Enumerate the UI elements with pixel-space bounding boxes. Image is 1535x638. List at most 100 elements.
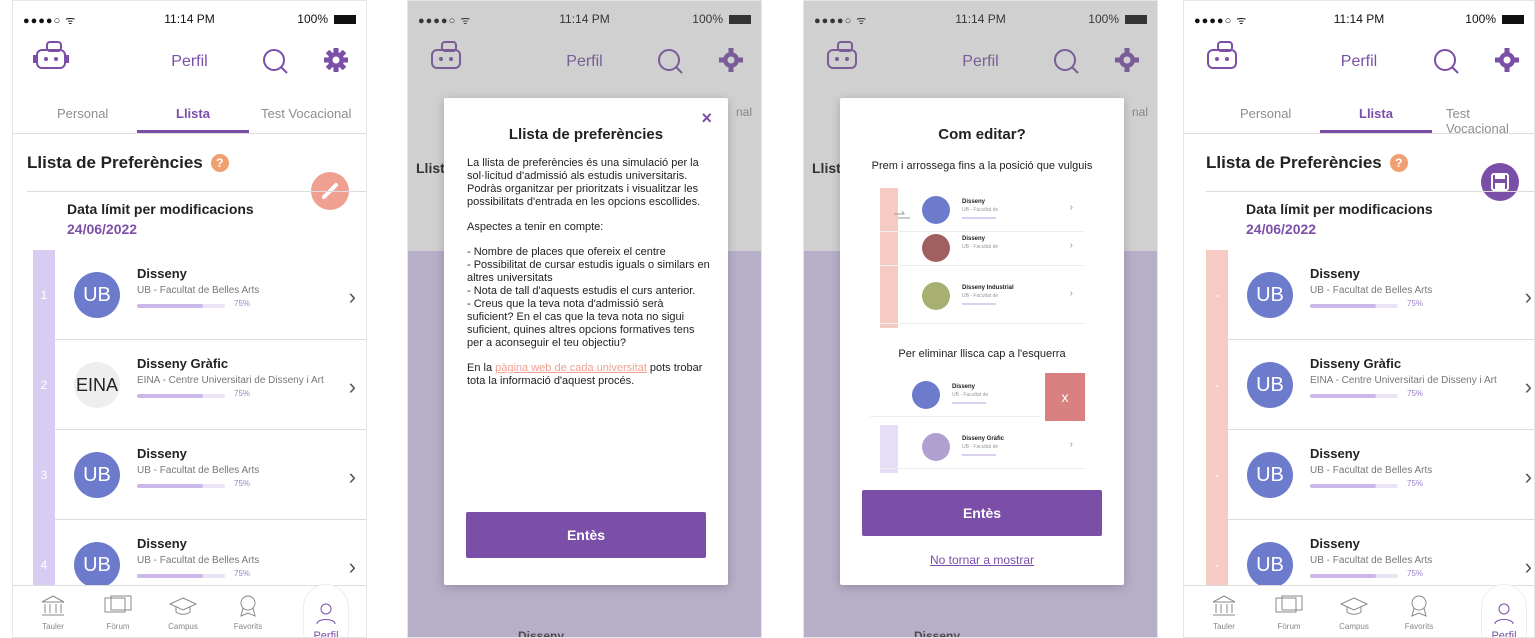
info-modal: Llista de preferències × La llista de pr… <box>444 98 728 585</box>
chevron-right-icon[interactable]: › <box>1525 464 1532 490</box>
row-subtitle: UB - Facultat de Belles Arts <box>1310 465 1433 476</box>
search-icon[interactable] <box>1432 47 1460 75</box>
tab-test-vocacional[interactable]: Test Vocacional <box>261 106 351 121</box>
illustration-row: Disseny UB - Facultat de › <box>880 232 1085 266</box>
progress-fill <box>137 484 203 488</box>
drag-handle[interactable]: - <box>1206 430 1228 520</box>
nav-label: Perfil <box>313 630 339 638</box>
understood-button[interactable]: Entès <box>862 490 1102 536</box>
gear-icon[interactable] <box>1494 47 1520 73</box>
section-title: Llista de Preferències? <box>27 153 229 173</box>
dont-show-again-link[interactable]: No tornar a mostrar <box>840 553 1124 567</box>
nav-label: Campus <box>168 622 198 631</box>
nav-label: Fòrum <box>106 622 130 631</box>
deadline-label: Data límit per modificacions <box>1246 201 1433 217</box>
drag-illustration: Disseny UB - Facultat de › Disseny UB - Fac… <box>880 188 1085 328</box>
row-title: Disseny Gràfic <box>1310 356 1402 371</box>
illustration-row: Disseny UB - Facultat de <box>870 373 1040 417</box>
nav-favorits[interactable]: Favorits <box>218 594 278 631</box>
chevron-right-icon[interactable]: › <box>1525 554 1532 580</box>
avatar: UB <box>74 542 120 588</box>
progress-fill <box>1310 304 1376 308</box>
modal-paragraph: En la pàgina web de cada universitat pot… <box>467 362 712 388</box>
section-title-text: Llista de Preferències <box>1206 153 1382 172</box>
nav-label: Tauler <box>42 622 64 631</box>
nav-forum[interactable]: Fòrum <box>1259 594 1319 631</box>
nav-campus[interactable]: Campus <box>1324 594 1384 631</box>
drag-instruction: Prem i arrossega fins a la posició que v… <box>871 160 1093 172</box>
nav-label: Favorits <box>233 622 263 631</box>
illustration-row: Disseny Gràfic UB - Facultat de › <box>880 425 1085 469</box>
status-bar: ●●●●○ ᯤ 11:14 PM 100% <box>13 1 366 35</box>
chevron-right-icon[interactable]: › <box>349 374 356 400</box>
chevron-right-icon[interactable]: › <box>349 554 356 580</box>
nav-tauler[interactable]: Tauler <box>23 594 83 631</box>
list-item[interactable]: - UB Disseny UB - Facultat de Belles Art… <box>1206 430 1534 520</box>
tab-llista[interactable]: Llista <box>1359 106 1393 121</box>
nav-perfil[interactable]: Perfil <box>296 584 356 638</box>
tab-personal[interactable]: Personal <box>57 106 108 121</box>
nav-campus[interactable]: Campus <box>153 594 213 631</box>
tab-llista[interactable]: Llista <box>176 106 210 121</box>
illustration-title: Disseny <box>962 236 986 242</box>
help-icon[interactable]: ? <box>1389 154 1408 172</box>
list-item[interactable]: 2 EINA Disseny Gràfic EINA - Centre Univ… <box>33 340 366 430</box>
chevron-right-icon[interactable]: › <box>1525 374 1532 400</box>
illustration-sub: UB - Facultat de <box>962 444 999 450</box>
page-title: Perfil <box>171 53 208 70</box>
hand-drag-icon <box>894 210 910 219</box>
row-title: Disseny <box>1310 266 1360 281</box>
chevron-right-icon[interactable]: › <box>1525 284 1532 310</box>
illustration-avatar <box>922 433 950 461</box>
list-item[interactable]: 3 UB Disseny UB - Facultat de Belles Art… <box>33 430 366 520</box>
progress-fill <box>137 394 203 398</box>
chevron-right-icon[interactable]: › <box>349 464 356 490</box>
row-subtitle: UB - Facultat de Belles Arts <box>1310 555 1433 566</box>
illustration-bar <box>962 303 996 305</box>
illustration-avatar <box>912 381 940 409</box>
tab-test-vocacional[interactable]: Test Vocacional <box>1446 106 1534 136</box>
row-subtitle: UB - Facultat de Belles Arts <box>137 465 260 476</box>
drag-handle[interactable]: - <box>1206 250 1228 340</box>
list-item[interactable]: 1 UB Disseny UB - Facultat de Belles Art… <box>33 250 366 340</box>
list-item[interactable]: - UB Disseny UB - Facultat de Belles Art… <box>1206 250 1534 340</box>
progress-fill <box>1310 484 1376 488</box>
understood-button[interactable]: Entès <box>466 512 706 558</box>
list-item[interactable]: - UB Disseny Gràfic EINA - Centre Univer… <box>1206 340 1534 430</box>
progress-percent: 75% <box>1407 569 1424 578</box>
row-title: Disseny <box>1310 446 1360 461</box>
nav-favorits[interactable]: Favorits <box>1389 594 1449 631</box>
progress-percent: 75% <box>1407 479 1424 488</box>
row-number: 1 <box>33 250 55 340</box>
avatar: UB <box>74 272 120 318</box>
gear-icon[interactable] <box>323 47 349 73</box>
nav-perfil[interactable]: Perfil <box>1476 584 1532 638</box>
help-icon[interactable]: ? <box>210 154 229 172</box>
screen-info-modal: ●●●●○ ᯤ 11:14 PM 100% Perfil Disseny Lli… <box>407 0 762 638</box>
award-icon <box>1411 595 1427 617</box>
row-number: 3 <box>33 430 55 520</box>
close-icon[interactable]: × <box>701 108 712 129</box>
tab-personal[interactable]: Personal <box>1240 106 1291 121</box>
battery-indicator: 100% <box>1465 12 1524 26</box>
university-link[interactable]: pàgina web de cada universitat <box>495 362 647 374</box>
drag-handle[interactable]: - <box>1206 340 1228 430</box>
illustration-avatar <box>922 234 950 262</box>
search-icon[interactable] <box>261 47 289 75</box>
profile-tabs: Personal Llista Test Vocacional <box>1184 96 1534 136</box>
chevron-right-icon: › <box>1069 202 1073 213</box>
progress-percent: 75% <box>1407 389 1424 398</box>
progress-bar <box>1310 394 1398 398</box>
modal-paragraph: - Nombre de places que ofereix el centre… <box>467 246 710 349</box>
delete-action: x <box>1045 373 1085 421</box>
nav-tauler[interactable]: Tauler <box>1194 594 1254 631</box>
nav-label: Perfil <box>1491 630 1517 638</box>
bottom-nav: Tauler Fòrum Campus Favorits Perfil <box>1184 584 1534 638</box>
graduation-cap-icon <box>1339 597 1369 615</box>
progress-bar <box>1310 484 1398 488</box>
illustration-avatar <box>922 196 950 224</box>
bank-icon <box>41 595 65 616</box>
progress-bar <box>137 484 225 488</box>
nav-forum[interactable]: Fòrum <box>88 594 148 631</box>
chevron-right-icon[interactable]: › <box>349 284 356 310</box>
